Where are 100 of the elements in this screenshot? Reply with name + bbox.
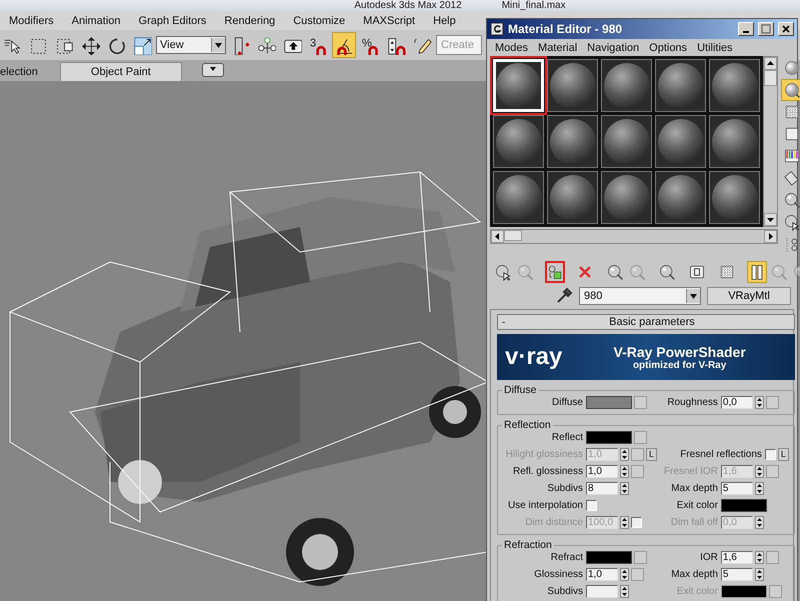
scale-icon bbox=[132, 36, 152, 54]
close-icon bbox=[781, 24, 791, 34]
field-label: Refl. glossiness bbox=[512, 466, 583, 477]
rotate-icon bbox=[106, 36, 126, 54]
field-label: Hilight glossiness bbox=[504, 449, 583, 460]
menu-item[interactable]: Options bbox=[644, 42, 692, 54]
spinner-arrows[interactable] bbox=[620, 482, 629, 495]
move-arrows-icon bbox=[80, 36, 100, 54]
menu-item[interactable]: MAXScript bbox=[354, 14, 424, 26]
checker-icon bbox=[783, 103, 800, 121]
color-swatch[interactable] bbox=[586, 396, 632, 409]
sphere-preview bbox=[604, 174, 650, 220]
spinner-magnet-icon bbox=[386, 36, 406, 54]
eyedropper-icon[interactable] bbox=[555, 287, 573, 305]
spinner-arrows[interactable] bbox=[754, 482, 764, 495]
sphere-preview bbox=[604, 62, 650, 108]
tool-button[interactable] bbox=[332, 32, 356, 58]
number-field[interactable]: 0,0 bbox=[720, 396, 753, 409]
menu-item[interactable]: Customize bbox=[284, 14, 354, 26]
sphere-preview bbox=[658, 174, 704, 220]
tool-button[interactable]: % bbox=[358, 32, 382, 58]
material-name-field[interactable]: 980 bbox=[579, 287, 701, 305]
sphere-preview bbox=[712, 62, 758, 108]
number-field[interactable]: 1,0 bbox=[586, 568, 618, 581]
material-type-button[interactable]: VRayMtl bbox=[707, 287, 791, 305]
field-label: Max depth bbox=[670, 483, 718, 494]
spinner-arrows[interactable] bbox=[754, 568, 764, 581]
maximize-icon bbox=[761, 24, 771, 34]
number-field[interactable] bbox=[586, 585, 618, 598]
sphere-preview bbox=[496, 62, 541, 108]
color-swatch[interactable] bbox=[586, 551, 632, 564]
id-channel-icon bbox=[688, 263, 706, 281]
panel-scrollbar[interactable] bbox=[798, 310, 800, 601]
menu-item[interactable]: Utilities bbox=[692, 42, 738, 54]
backlight-sphere-icon bbox=[783, 81, 800, 99]
color-swatch[interactable] bbox=[720, 499, 767, 512]
menu-item[interactable]: Modes bbox=[490, 42, 534, 54]
color-swatch[interactable] bbox=[586, 431, 632, 444]
sphere-preview bbox=[550, 174, 596, 220]
left-arrow-icon[interactable] bbox=[494, 233, 501, 240]
checkbox[interactable] bbox=[764, 449, 776, 460]
number-field[interactable]: 8 bbox=[586, 482, 618, 495]
maximize-button[interactable] bbox=[758, 22, 774, 36]
ribbon-tab[interactable]: Object Paint bbox=[60, 62, 182, 81]
caret-icon bbox=[210, 67, 216, 71]
ribbon-dropdown[interactable] bbox=[202, 63, 224, 77]
rollout-header[interactable]: - Basic parameters bbox=[497, 314, 795, 330]
sphere-preview bbox=[550, 62, 596, 108]
sphere-preview bbox=[604, 118, 650, 164]
spinner-arrows[interactable] bbox=[620, 568, 629, 581]
minimize-button[interactable] bbox=[738, 22, 754, 36]
group-title: Reflection bbox=[502, 419, 553, 431]
spinner-arrows[interactable] bbox=[620, 585, 629, 598]
menu-item[interactable]: Navigation bbox=[582, 42, 644, 54]
field-label: Dim distance bbox=[524, 517, 583, 528]
up-arrow-icon[interactable] bbox=[767, 60, 774, 67]
menu-item[interactable]: Graph Editors bbox=[130, 14, 216, 26]
banner-subtitle: optimized for V-Ray bbox=[632, 360, 726, 370]
menu-item[interactable]: Modifiers bbox=[0, 14, 63, 26]
menu-item[interactable]: Rendering bbox=[215, 14, 284, 26]
sphere-preview bbox=[550, 118, 596, 164]
down-arrow-icon[interactable] bbox=[767, 216, 774, 223]
field-label: Refract bbox=[550, 552, 583, 563]
tool-button[interactable]: 3 bbox=[306, 32, 330, 58]
menu-item[interactable]: Animation bbox=[62, 14, 130, 26]
number-field[interactable]: 1,6 bbox=[720, 551, 753, 564]
close-button[interactable] bbox=[778, 22, 794, 36]
scrollbar-thumb[interactable] bbox=[764, 70, 777, 86]
field-label: Subdivs bbox=[546, 586, 583, 597]
number-field[interactable]: 1,0 bbox=[586, 465, 618, 478]
ribbon-tab[interactable]: election bbox=[0, 63, 52, 81]
right-arrow-icon[interactable] bbox=[767, 233, 774, 240]
number-field[interactable]: 5 bbox=[720, 568, 753, 581]
minimize-icon bbox=[743, 31, 749, 33]
horizontal-scrollbar[interactable] bbox=[490, 229, 778, 244]
group-title: Refraction bbox=[502, 539, 554, 551]
viewport[interactable] bbox=[0, 82, 486, 601]
create-field[interactable]: Create bbox=[436, 35, 482, 55]
banner-title: V-Ray PowerShader bbox=[614, 344, 746, 360]
field-label: Dim fall off bbox=[670, 517, 718, 528]
sphere-pick-icon bbox=[494, 263, 512, 281]
sphere-preview bbox=[658, 62, 704, 108]
menu-item[interactable]: Material bbox=[533, 42, 582, 54]
number-field[interactable]: 5 bbox=[720, 482, 753, 495]
spinner-arrows[interactable] bbox=[754, 396, 764, 409]
scrollbar-thumb[interactable] bbox=[504, 230, 522, 241]
spinner-arrows[interactable] bbox=[754, 551, 764, 564]
tool-button[interactable] bbox=[747, 261, 767, 283]
spinner-arrows[interactable] bbox=[620, 465, 629, 478]
lock-button[interactable]: L bbox=[778, 448, 789, 461]
vertical-scrollbar[interactable] bbox=[763, 56, 778, 227]
field-label: Glossiness bbox=[533, 569, 583, 580]
assign-icon bbox=[547, 263, 563, 281]
field-label: Max depth bbox=[670, 569, 718, 580]
field-label: Use interpolation bbox=[506, 500, 583, 511]
window-title: Material Editor - 980 bbox=[508, 22, 624, 36]
checkbox[interactable] bbox=[586, 500, 597, 511]
logo: v·ray bbox=[505, 343, 562, 371]
view-dropdown[interactable]: View bbox=[156, 36, 226, 54]
menu-item[interactable]: Help bbox=[424, 14, 465, 26]
